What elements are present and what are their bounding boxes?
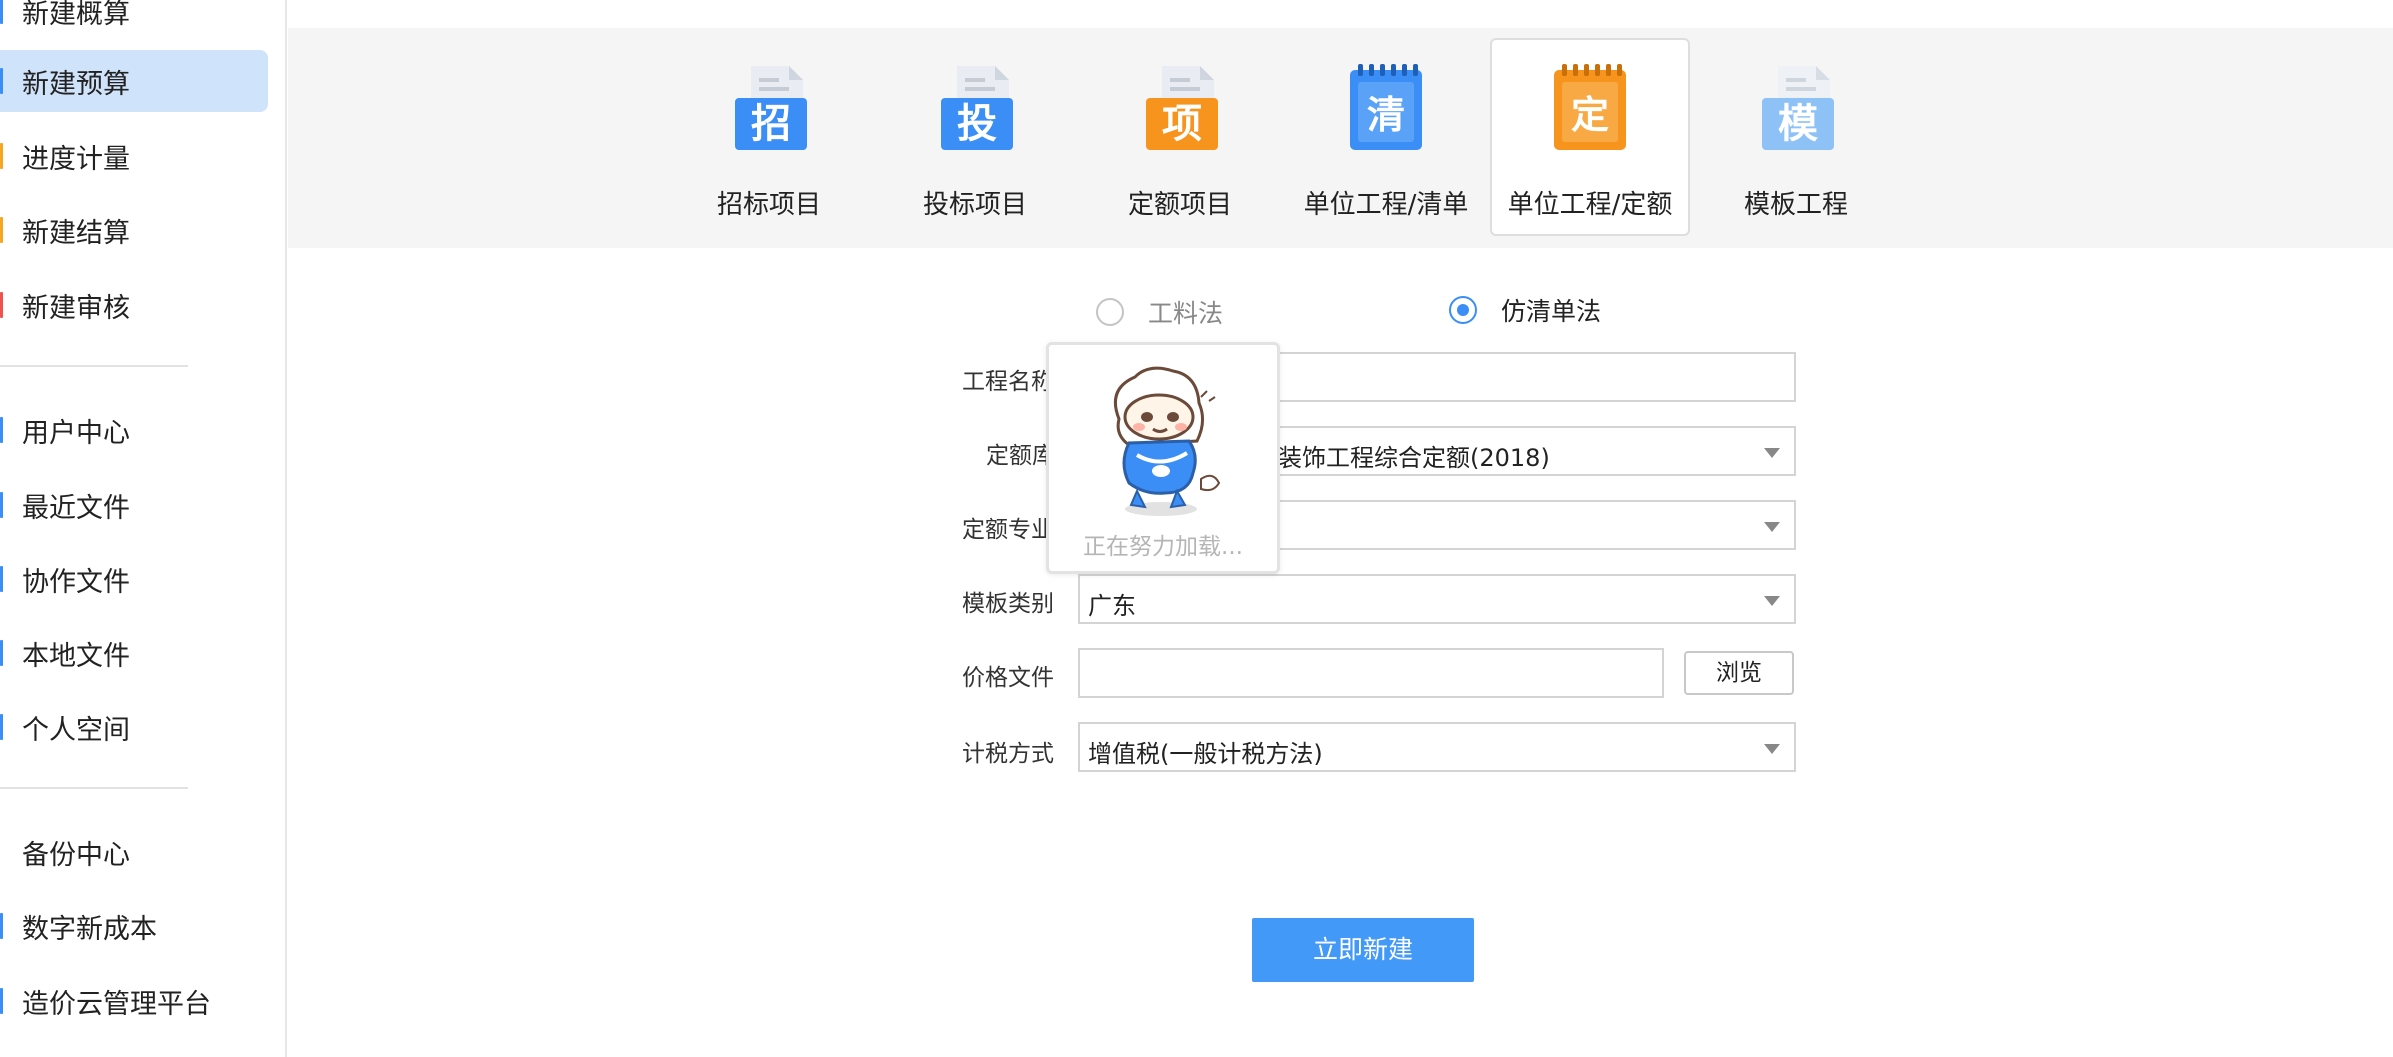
sidebar-item-label: 数字新成本: [22, 913, 157, 945]
nav-marker: [0, 68, 3, 94]
create-now-button[interactable]: 立即新建: [1252, 918, 1474, 982]
nav-marker: [0, 839, 3, 865]
sidebar-item-label: 造价云管理平台: [22, 988, 211, 1020]
project-type-label: 单位工程/定额: [1507, 190, 1673, 220]
sidebar-item-personal-space[interactable]: 个人空间: [0, 696, 268, 758]
project-name-label: 工程名称: [962, 369, 1054, 395]
nav-marker: [0, 217, 3, 243]
mascot-loading-icon: [1114, 366, 1221, 516]
sidebar: 新建概算 新建预算 进度计量 新建结算 新建审核 用户中心 最近文件 协作文件 …: [0, 0, 287, 1057]
browse-button[interactable]: 浏览: [1684, 651, 1794, 695]
svg-text:模: 模: [1778, 101, 1818, 147]
sidebar-item-label: 新建审核: [22, 292, 130, 324]
sidebar-item-label: 新建预算: [22, 68, 130, 100]
svg-text:清: 清: [1367, 93, 1405, 137]
nav-marker: [0, 143, 3, 169]
quota-major-label: 定额专业: [962, 517, 1054, 543]
project-type-label: 投标项目: [922, 190, 1027, 220]
svg-text:项: 项: [1162, 101, 1202, 147]
app-window: 新建概算 新建预算 进度计量 新建结算 新建审核 用户中心 最近文件 协作文件 …: [0, 0, 2393, 1057]
sidebar-item-backup-center[interactable]: 备份中心: [0, 821, 268, 883]
sidebar-divider: [0, 365, 188, 367]
quota-lib-label: 定额库: [986, 443, 1055, 469]
nav-marker: [0, 417, 3, 443]
nav-marker: [0, 640, 3, 666]
quota-lib-value: 装饰工程综合定额(2018): [1278, 444, 1550, 472]
tax-method-value: 增值税(一般计税方法): [1088, 740, 1323, 768]
sidebar-item-new-review[interactable]: 新建审核: [0, 274, 268, 336]
chevron-down-icon: [1764, 522, 1780, 532]
project-type-bid[interactable]: 投 投标项目: [875, 38, 1075, 236]
sidebar-item-label: 用户中心: [22, 417, 130, 449]
price-file-input[interactable]: [1078, 648, 1664, 698]
project-type-label: 模板工程: [1743, 190, 1848, 220]
project-type-unit-bill[interactable]: 清 单位工程/清单: [1286, 38, 1486, 236]
project-type-tender[interactable]: 招 招标项目: [669, 38, 869, 236]
svg-text:定: 定: [1571, 93, 1609, 137]
sidebar-item-new-estimate[interactable]: 新建概算: [0, 0, 268, 42]
sidebar-item-digital-cost[interactable]: 数字新成本: [0, 895, 268, 957]
sidebar-item-label: 个人空间: [22, 714, 130, 746]
loading-text: 正在努力加载...: [1083, 534, 1243, 560]
sidebar-item-new-budget[interactable]: 新建预算: [0, 50, 268, 112]
sidebar-item-label: 新建概算: [22, 0, 130, 30]
project-type-label: 定额项目: [1127, 190, 1232, 220]
tax-method-select[interactable]: 增值税(一般计税方法): [1078, 722, 1796, 772]
nav-marker: [0, 988, 3, 1014]
sidebar-item-label: 新建结算: [22, 217, 130, 249]
quota-notebook-icon: 定: [1554, 64, 1626, 150]
sidebar-item-cost-cloud-platform[interactable]: 造价云管理平台: [0, 970, 268, 1032]
sidebar-item-label: 备份中心: [22, 839, 130, 871]
project-type-quota[interactable]: 项 定额项目: [1080, 38, 1280, 236]
svg-text:投: 投: [957, 101, 997, 147]
project-type-label: 招标项目: [716, 190, 821, 220]
project-type-template[interactable]: 模 模板工程: [1696, 38, 1896, 236]
tax-method-label: 计税方式: [962, 741, 1054, 767]
svg-text:招: 招: [751, 101, 791, 147]
project-type-unit-quota[interactable]: 定 单位工程/定额: [1490, 38, 1690, 236]
radio-label: 仿清单法: [1501, 297, 1602, 326]
sidebar-item-local-files[interactable]: 本地文件: [0, 622, 268, 684]
sidebar-item-new-settlement[interactable]: 新建结算: [0, 199, 268, 261]
radio-label: 工料法: [1148, 299, 1224, 328]
sidebar-item-progress-measure[interactable]: 进度计量: [0, 125, 268, 187]
chevron-down-icon: [1764, 448, 1780, 458]
sidebar-item-collab-files[interactable]: 协作文件: [0, 548, 268, 610]
template-category-select[interactable]: 广东: [1078, 574, 1796, 624]
radio-labor-material[interactable]: 工料法: [1096, 294, 1223, 330]
nav-marker: [0, 0, 3, 24]
radio-dot: [1096, 298, 1124, 326]
chevron-down-icon: [1764, 596, 1780, 606]
sidebar-item-label: 协作文件: [22, 566, 130, 598]
nav-marker: [0, 913, 3, 939]
tender-doc-icon: 招: [735, 66, 807, 150]
template-doc-icon: 模: [1762, 66, 1834, 150]
sidebar-item-label: 本地文件: [22, 640, 130, 672]
project-type-label: 单位工程/清单: [1303, 190, 1469, 220]
sidebar-item-user-center[interactable]: 用户中心: [0, 399, 268, 461]
radio-imitation-bill[interactable]: 仿清单法: [1449, 292, 1601, 328]
price-file-label: 价格文件: [962, 665, 1054, 691]
nav-marker: [0, 492, 3, 518]
sidebar-divider: [0, 787, 188, 789]
nav-marker: [0, 566, 3, 592]
bill-notebook-icon: 清: [1350, 64, 1422, 150]
sidebar-item-label: 进度计量: [22, 143, 130, 175]
sidebar-item-label: 最近文件: [22, 492, 130, 524]
quota-project-doc-icon: 项: [1146, 66, 1218, 150]
sidebar-item-recent-files[interactable]: 最近文件: [0, 474, 268, 536]
bid-doc-icon: 投: [941, 66, 1013, 150]
project-type-strip: 招 招标项目 投 投标项目 项 定额项目 清 单位工程/清单 定 单位工程/定额…: [288, 28, 2393, 248]
nav-marker: [0, 714, 3, 740]
chevron-down-icon: [1764, 744, 1780, 754]
template-category-label: 模板类别: [962, 591, 1054, 617]
radio-dot: [1449, 296, 1477, 324]
nav-marker: [0, 292, 3, 318]
loading-popup: 正在努力加载...: [1046, 342, 1280, 574]
template-category-value: 广东: [1088, 592, 1136, 620]
